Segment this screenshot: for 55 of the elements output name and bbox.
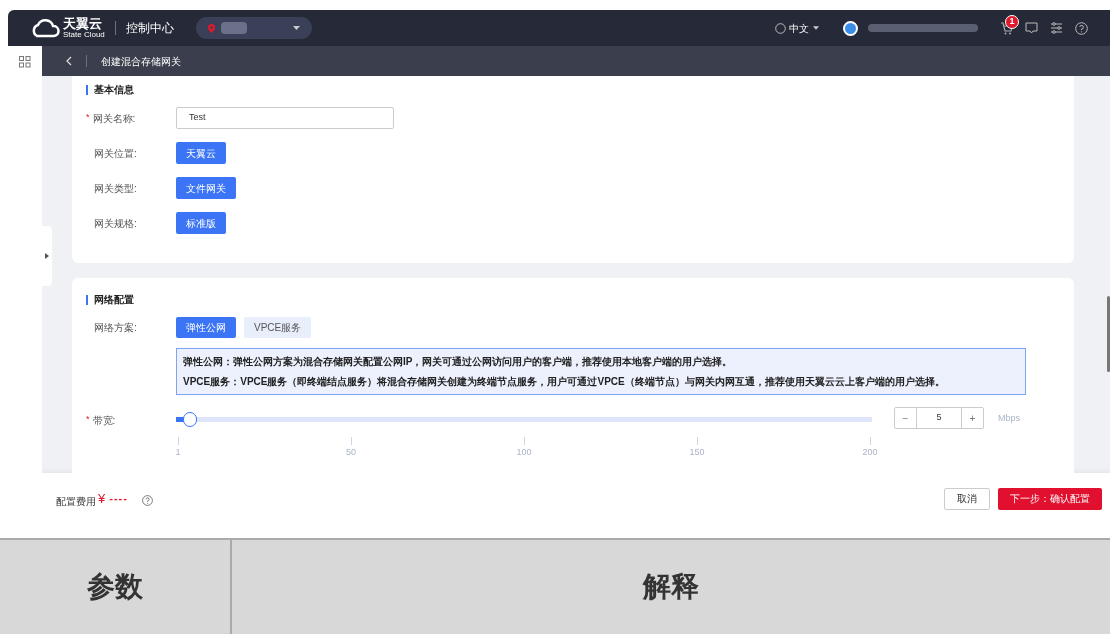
- region-selector[interactable]: [195, 17, 312, 39]
- option-button[interactable]: 标准版: [176, 212, 226, 234]
- logo-subtitle: State Cloud: [63, 31, 105, 39]
- scrollbar-thumb[interactable]: [1107, 296, 1110, 372]
- tick-label: 1: [175, 446, 181, 459]
- help-icon[interactable]: [1075, 21, 1088, 35]
- sidebar-toggle[interactable]: [42, 226, 52, 286]
- cart-badge: 1: [1005, 14, 1019, 29]
- caret-down-icon: [292, 26, 300, 30]
- gateway-name-input[interactable]: Test: [176, 107, 394, 129]
- next-step-button[interactable]: 下一步：确认配置: [998, 487, 1102, 510]
- section-title: 网络配置: [94, 293, 134, 307]
- field-label: 网关名称:: [92, 111, 136, 126]
- avatar-icon[interactable]: [843, 20, 858, 36]
- required-mark: *: [86, 111, 90, 125]
- caret-down-icon: [813, 26, 819, 30]
- language-selector[interactable]: 中文: [789, 20, 809, 36]
- caret-right-icon: [45, 253, 49, 259]
- field-label: 网关位置:: [94, 146, 137, 161]
- console-link[interactable]: 控制中心: [125, 19, 174, 37]
- field-label: 网关规格:: [94, 216, 137, 231]
- cost-value: ----: [109, 491, 128, 507]
- back-icon[interactable]: [66, 56, 72, 66]
- unit-label: Mbps: [998, 412, 1020, 425]
- column-header: 解释: [643, 570, 699, 604]
- option-button[interactable]: 天翼云: [176, 142, 226, 164]
- slider-thumb[interactable]: [182, 412, 197, 427]
- option-button[interactable]: 文件网关: [176, 177, 236, 199]
- cost-label: 配置费用: [56, 495, 96, 509]
- cancel-button[interactable]: 取消: [944, 487, 990, 510]
- field-label: 网络方案:: [94, 321, 137, 335]
- scheme-description: 弹性公网：弹性公网方案为混合存储网关配置公网IP，网关可通过公网访问用户的客户端，推荐使用本地客户端的用户选择。: [183, 355, 734, 369]
- network-option-tab[interactable]: VPCE服务: [244, 317, 312, 338]
- scheme-description: VPCE服务：VPCE服务（即终端结点服务）将混合存储网关创建为终端节点服务，用户可通过VPCE（终端节点）与网关内网互通，推荐使用天翼云云上客户端的用户选择。: [183, 375, 946, 389]
- section-title: 基本信息: [94, 83, 134, 97]
- tick-label: 100: [516, 446, 532, 459]
- required-mark: *: [86, 413, 90, 426]
- column-header: 参数: [87, 570, 143, 604]
- tick-label: 50: [346, 446, 356, 459]
- grid-menu-icon[interactable]: [19, 56, 31, 68]
- network-option-tab[interactable]: 弹性公网: [176, 317, 236, 338]
- tick-label: 150: [689, 446, 705, 459]
- help-icon[interactable]: [141, 495, 153, 506]
- field-label: 带宽:: [92, 414, 116, 428]
- logo-name: 天翼云: [63, 17, 103, 30]
- tick-label: 200: [862, 446, 878, 459]
- page-title: 创建混合存储网关: [101, 54, 181, 69]
- message-icon[interactable]: [1025, 22, 1038, 34]
- currency-symbol: ¥: [98, 489, 106, 508]
- settings-icon[interactable]: [1050, 22, 1063, 34]
- field-label: 网关类型:: [94, 181, 137, 196]
- cloud-logo-icon: [30, 18, 60, 38]
- location-pin-icon: [207, 23, 215, 33]
- language-icon: [775, 22, 786, 34]
- blurred-region: [220, 22, 247, 34]
